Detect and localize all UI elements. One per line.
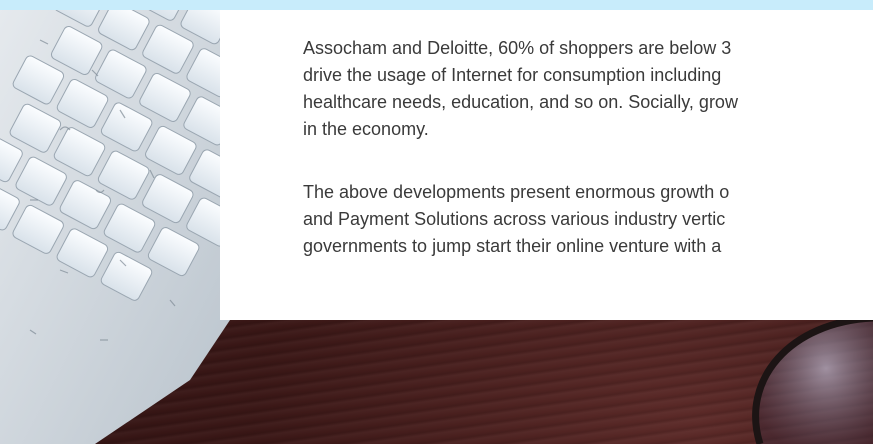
content-panel: Assocham and Deloitte, 60% of shoppers a… [220, 10, 873, 320]
top-banner-strip [0, 0, 873, 10]
paragraph-line: Assocham and Deloitte, 60% of shoppers a… [303, 38, 732, 58]
paragraph-line: governments to jump start their online v… [303, 236, 722, 256]
paragraph-line: in the economy. [303, 119, 429, 139]
body-paragraph: Assocham and Deloitte, 60% of shoppers a… [303, 35, 873, 143]
paragraph-line: healthcare needs, education, and so on. … [303, 92, 738, 112]
paragraph-line: and Payment Solutions across various ind… [303, 209, 726, 229]
paragraph-line: The above developments present enormous … [303, 182, 730, 202]
body-paragraph: The above developments present enormous … [303, 179, 873, 260]
paragraph-line: drive the usage of Internet for consumpt… [303, 65, 722, 85]
